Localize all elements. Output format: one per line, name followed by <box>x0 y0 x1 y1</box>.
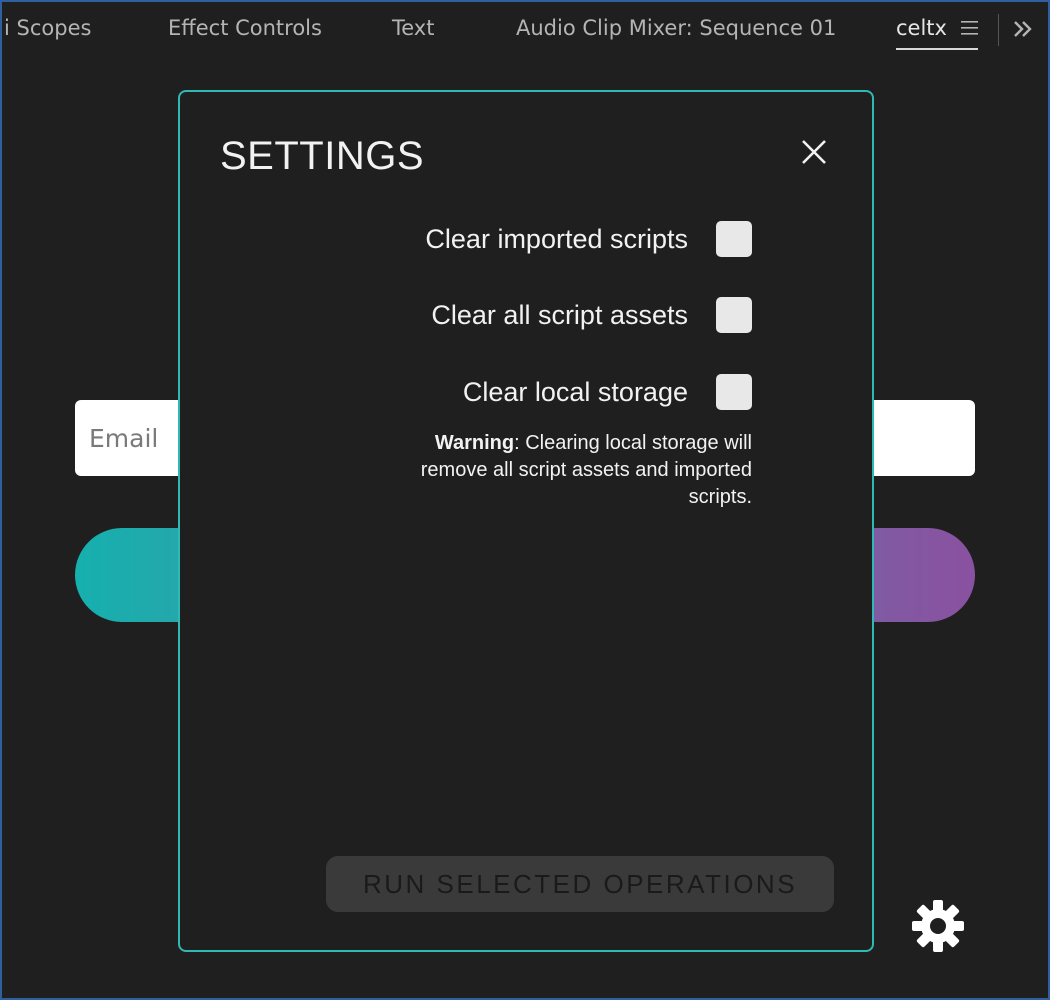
modal-title: SETTINGS <box>220 134 425 178</box>
close-icon[interactable] <box>800 138 828 166</box>
panel-tab-bar: i Scopes Effect Controls Text Audio Clip… <box>2 2 1048 62</box>
clear-all-script-assets-checkbox[interactable] <box>716 297 752 333</box>
option-clear-all-script-assets: Clear all script assets <box>431 296 752 334</box>
settings-modal: SETTINGS Clear imported scripts Clear al… <box>178 90 874 952</box>
option-clear-local-storage: Clear local storage <box>463 373 752 411</box>
active-tab-indicator <box>896 48 978 50</box>
app-window: i Scopes Effect Controls Text Audio Clip… <box>0 0 1050 1000</box>
tab-celtx[interactable]: celtx <box>896 16 947 40</box>
tab-text[interactable]: Text <box>392 16 434 40</box>
clear-imported-scripts-checkbox[interactable] <box>716 221 752 257</box>
warning-label: Warning <box>434 432 515 454</box>
option-clear-imported-scripts: Clear imported scripts <box>425 220 752 258</box>
double-chevron-right-icon[interactable] <box>1011 17 1035 41</box>
hamburger-menu-icon[interactable] <box>960 18 980 38</box>
option-label[interactable]: Clear local storage <box>463 377 688 408</box>
option-label[interactable]: Clear all script assets <box>431 300 688 331</box>
option-label[interactable]: Clear imported scripts <box>425 224 688 255</box>
tab-divider <box>998 14 999 46</box>
gear-icon[interactable] <box>910 898 966 954</box>
tab-effect-controls[interactable]: Effect Controls <box>168 16 322 40</box>
clear-local-storage-checkbox[interactable] <box>716 374 752 410</box>
tab-scopes[interactable]: i Scopes <box>4 16 91 40</box>
run-selected-operations-button[interactable]: RUN SELECTED OPERATIONS <box>326 856 834 912</box>
tab-audio-clip-mixer[interactable]: Audio Clip Mixer: Sequence 01 <box>516 16 836 40</box>
warning-message: Warning: Clearing local storage will rem… <box>372 430 752 511</box>
